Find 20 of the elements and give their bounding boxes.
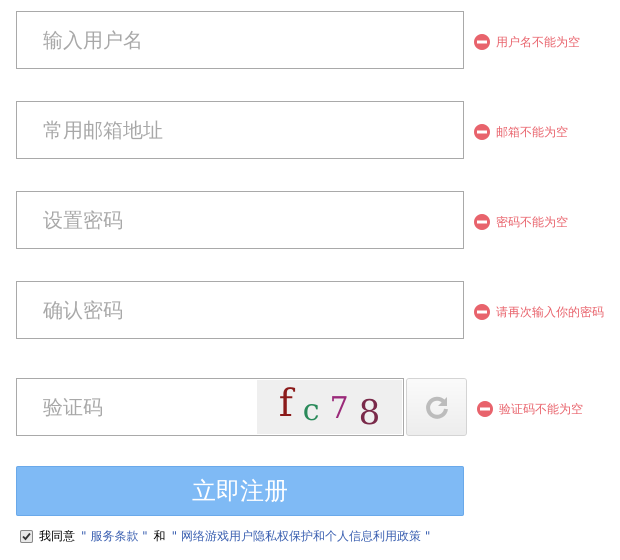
error-message: 用户名不能为空 (496, 34, 580, 50)
agreement-text: 和 (154, 528, 166, 545)
error-icon (474, 124, 490, 140)
agreement-text: 我同意 (39, 528, 75, 545)
terms-link[interactable]: " 服务条款 " (81, 528, 148, 545)
text-field[interactable]: 设置密码 (16, 191, 464, 249)
error-message: 验证码不能为空 (499, 400, 583, 418)
terms-link[interactable]: " 网络游戏用户隐私权保护和个人信息利用政策 " (172, 528, 430, 545)
text-field[interactable]: 确认密码 (16, 281, 464, 339)
agree-checkbox[interactable] (20, 530, 33, 543)
error-icon (474, 34, 490, 50)
text-field[interactable]: 常用邮箱地址 (16, 101, 464, 159)
text-field[interactable]: 输入用户名 (16, 11, 464, 69)
error-message: 邮箱不能为空 (496, 124, 568, 140)
error-icon (474, 214, 490, 230)
error-icon (477, 401, 493, 417)
error-message: 请再次输入你的密码 (496, 304, 604, 320)
error-icon (474, 304, 490, 320)
refresh-icon (424, 394, 450, 420)
error-message: 密码不能为空 (496, 214, 568, 230)
